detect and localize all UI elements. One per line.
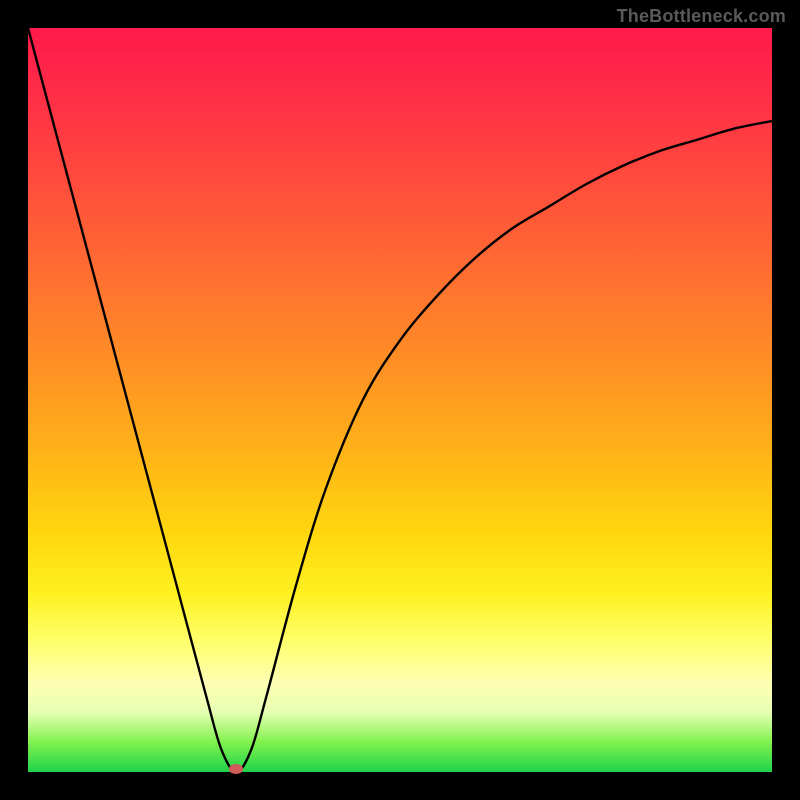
watermark-text: TheBottleneck.com [617, 6, 786, 27]
bottleneck-curve [28, 28, 772, 772]
plot-area [28, 28, 772, 772]
chart-frame: TheBottleneck.com [0, 0, 800, 800]
minimum-point-marker [229, 764, 243, 774]
